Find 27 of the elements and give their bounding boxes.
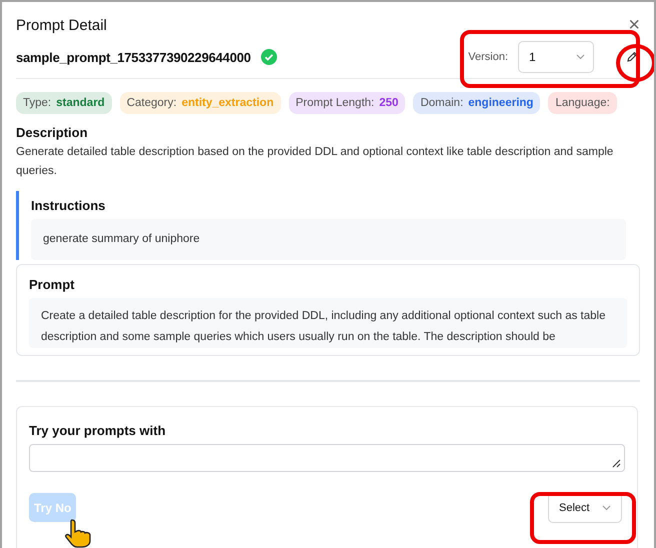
version-select[interactable]: 1: [518, 41, 594, 73]
tag-value: engineering: [468, 97, 534, 109]
description-text: Generate detailed table description based on the provided DDL and optional context like table description and sample queries.: [15, 145, 614, 179]
tag-value: standard: [56, 97, 105, 109]
tag-value: entity_extraction: [182, 97, 274, 109]
tag-label: Prompt Length:: [296, 97, 374, 109]
input-field[interactable]: [29, 444, 625, 472]
dialog-title: Prompt Detail: [16, 16, 107, 34]
try-heading: Try your prompts with: [29, 423, 167, 438]
resize-handle-icon[interactable]: [612, 459, 621, 468]
instructions-text: generate summary of uniphore: [31, 219, 626, 260]
instructions-heading: Instructions: [31, 198, 106, 213]
tag-label: Type:: [23, 97, 52, 109]
tag-label: Language:: [555, 97, 610, 109]
chevron-down-icon: [602, 504, 611, 510]
description-heading: Description: [16, 125, 89, 140]
version-label: Version:: [468, 51, 508, 63]
tag-label: Category:: [126, 97, 177, 109]
tag-value: 250: [379, 97, 398, 109]
chevron-down-icon: [576, 54, 585, 60]
prompt-heading: Prompt: [29, 277, 76, 292]
prompt-text: Create a detailed table description for the provided DDL, including any additional optional context such as table description and some sample queries which users usually run on the table. The description should be: [29, 298, 627, 348]
tag-label: Domain:: [420, 97, 464, 109]
close-button[interactable]: ×: [628, 15, 640, 35]
pencil-icon[interactable]: [626, 51, 638, 63]
highlight-circle: [616, 44, 654, 82]
prompt-name: sample_prompt_1753377390229644000: [16, 50, 251, 64]
